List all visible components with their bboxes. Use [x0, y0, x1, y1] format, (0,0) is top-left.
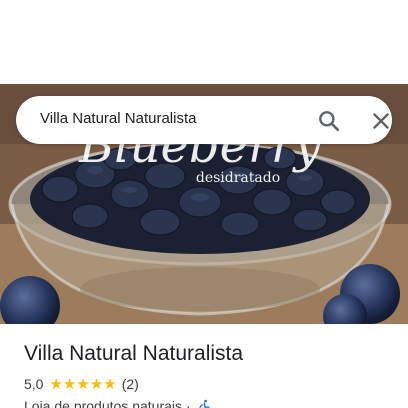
search-icon[interactable] — [316, 108, 342, 134]
wheelchair-icon — [198, 399, 212, 408]
top-blank-area — [0, 0, 408, 84]
place-title: Villa Natural Naturalista — [24, 342, 244, 365]
place-category: Loja de produtos naturais · — [24, 398, 191, 408]
category-row: Loja de produtos naturais · — [24, 398, 212, 408]
rating-value: 5,0 — [24, 376, 44, 392]
star-rating: ★★★★★ — [49, 375, 117, 393]
rating-row[interactable]: 5,0 ★★★★★ (2) — [24, 375, 139, 393]
review-count[interactable]: (2) — [122, 376, 139, 392]
search-bar[interactable]: Villa Natural Naturalista — [16, 96, 392, 144]
photo-overlay-subtitle: desidratado — [196, 170, 280, 186]
search-input[interactable]: Villa Natural Naturalista — [40, 110, 196, 127]
close-icon[interactable] — [368, 108, 394, 134]
